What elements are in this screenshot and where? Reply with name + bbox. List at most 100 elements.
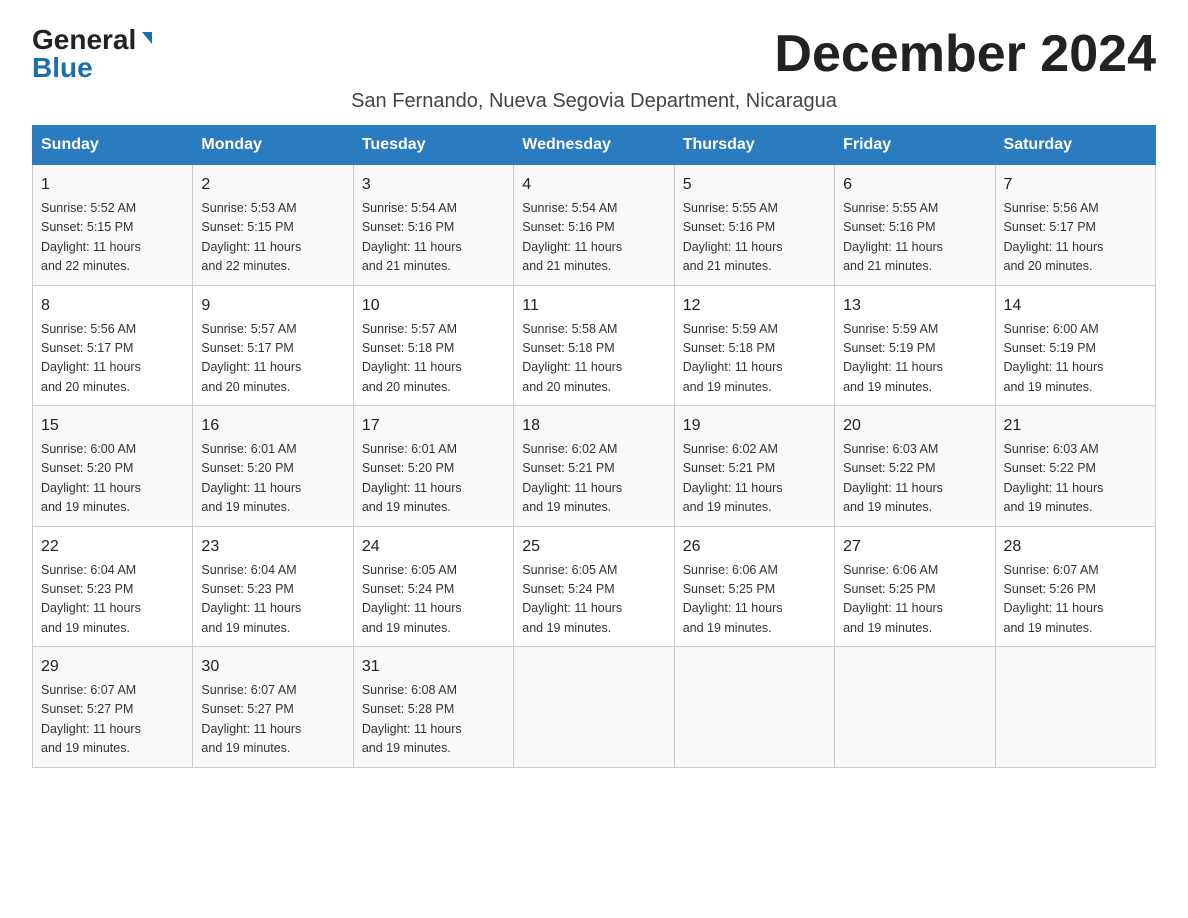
calendar-cell: 28Sunrise: 6:07 AMSunset: 5:26 PMDayligh… — [995, 526, 1155, 647]
col-header-friday: Friday — [835, 126, 995, 165]
day-info: Sunrise: 6:01 AMSunset: 5:20 PMDaylight:… — [201, 440, 344, 518]
day-number: 31 — [362, 655, 505, 679]
calendar-cell: 23Sunrise: 6:04 AMSunset: 5:23 PMDayligh… — [193, 526, 353, 647]
day-number: 26 — [683, 535, 826, 559]
logo-triangle-icon — [138, 30, 154, 51]
calendar-cell: 7Sunrise: 5:56 AMSunset: 5:17 PMDaylight… — [995, 165, 1155, 286]
calendar-cell: 12Sunrise: 5:59 AMSunset: 5:18 PMDayligh… — [674, 285, 834, 406]
day-number: 27 — [843, 535, 986, 559]
col-header-wednesday: Wednesday — [514, 126, 674, 165]
day-number: 23 — [201, 535, 344, 559]
calendar-week-row: 8Sunrise: 5:56 AMSunset: 5:17 PMDaylight… — [33, 285, 1156, 406]
day-number: 6 — [843, 173, 986, 197]
day-number: 2 — [201, 173, 344, 197]
day-number: 13 — [843, 294, 986, 318]
col-header-monday: Monday — [193, 126, 353, 165]
day-info: Sunrise: 5:55 AMSunset: 5:16 PMDaylight:… — [843, 199, 986, 277]
day-info: Sunrise: 5:56 AMSunset: 5:17 PMDaylight:… — [41, 320, 184, 398]
day-info: Sunrise: 6:02 AMSunset: 5:21 PMDaylight:… — [522, 440, 665, 518]
day-info: Sunrise: 6:04 AMSunset: 5:23 PMDaylight:… — [41, 561, 184, 639]
col-header-saturday: Saturday — [995, 126, 1155, 165]
day-number: 14 — [1004, 294, 1147, 318]
calendar-cell — [995, 647, 1155, 768]
calendar-cell: 26Sunrise: 6:06 AMSunset: 5:25 PMDayligh… — [674, 526, 834, 647]
calendar-cell: 11Sunrise: 5:58 AMSunset: 5:18 PMDayligh… — [514, 285, 674, 406]
day-number: 15 — [41, 414, 184, 438]
calendar-cell: 27Sunrise: 6:06 AMSunset: 5:25 PMDayligh… — [835, 526, 995, 647]
day-info: Sunrise: 6:06 AMSunset: 5:25 PMDaylight:… — [683, 561, 826, 639]
day-info: Sunrise: 6:08 AMSunset: 5:28 PMDaylight:… — [362, 681, 505, 759]
logo: General Blue — [32, 24, 154, 84]
calendar-cell: 2Sunrise: 5:53 AMSunset: 5:15 PMDaylight… — [193, 165, 353, 286]
logo-blue-text: Blue — [32, 52, 93, 84]
day-info: Sunrise: 5:52 AMSunset: 5:15 PMDaylight:… — [41, 199, 184, 277]
day-number: 28 — [1004, 535, 1147, 559]
day-info: Sunrise: 6:03 AMSunset: 5:22 PMDaylight:… — [1004, 440, 1147, 518]
day-info: Sunrise: 5:54 AMSunset: 5:16 PMDaylight:… — [522, 199, 665, 277]
day-info: Sunrise: 6:00 AMSunset: 5:19 PMDaylight:… — [1004, 320, 1147, 398]
day-info: Sunrise: 5:58 AMSunset: 5:18 PMDaylight:… — [522, 320, 665, 398]
day-info: Sunrise: 5:57 AMSunset: 5:18 PMDaylight:… — [362, 320, 505, 398]
day-number: 10 — [362, 294, 505, 318]
day-number: 17 — [362, 414, 505, 438]
calendar-cell: 9Sunrise: 5:57 AMSunset: 5:17 PMDaylight… — [193, 285, 353, 406]
day-info: Sunrise: 6:07 AMSunset: 5:26 PMDaylight:… — [1004, 561, 1147, 639]
day-info: Sunrise: 6:07 AMSunset: 5:27 PMDaylight:… — [41, 681, 184, 759]
calendar-cell — [514, 647, 674, 768]
day-number: 19 — [683, 414, 826, 438]
calendar-cell: 15Sunrise: 6:00 AMSunset: 5:20 PMDayligh… — [33, 406, 193, 527]
day-number: 7 — [1004, 173, 1147, 197]
day-info: Sunrise: 5:54 AMSunset: 5:16 PMDaylight:… — [362, 199, 505, 277]
day-number: 9 — [201, 294, 344, 318]
col-header-thursday: Thursday — [674, 126, 834, 165]
calendar-cell: 21Sunrise: 6:03 AMSunset: 5:22 PMDayligh… — [995, 406, 1155, 527]
day-number: 8 — [41, 294, 184, 318]
calendar-cell: 13Sunrise: 5:59 AMSunset: 5:19 PMDayligh… — [835, 285, 995, 406]
day-info: Sunrise: 6:03 AMSunset: 5:22 PMDaylight:… — [843, 440, 986, 518]
col-header-sunday: Sunday — [33, 126, 193, 165]
calendar-week-row: 15Sunrise: 6:00 AMSunset: 5:20 PMDayligh… — [33, 406, 1156, 527]
calendar-header-row: SundayMondayTuesdayWednesdayThursdayFrid… — [33, 126, 1156, 165]
day-number: 5 — [683, 173, 826, 197]
day-info: Sunrise: 6:00 AMSunset: 5:20 PMDaylight:… — [41, 440, 184, 518]
day-info: Sunrise: 6:05 AMSunset: 5:24 PMDaylight:… — [522, 561, 665, 639]
calendar-cell: 5Sunrise: 5:55 AMSunset: 5:16 PMDaylight… — [674, 165, 834, 286]
calendar-cell: 10Sunrise: 5:57 AMSunset: 5:18 PMDayligh… — [353, 285, 513, 406]
calendar-cell: 22Sunrise: 6:04 AMSunset: 5:23 PMDayligh… — [33, 526, 193, 647]
day-number: 18 — [522, 414, 665, 438]
day-number: 4 — [522, 173, 665, 197]
col-header-tuesday: Tuesday — [353, 126, 513, 165]
calendar-cell: 19Sunrise: 6:02 AMSunset: 5:21 PMDayligh… — [674, 406, 834, 527]
calendar-cell: 6Sunrise: 5:55 AMSunset: 5:16 PMDaylight… — [835, 165, 995, 286]
day-info: Sunrise: 5:57 AMSunset: 5:17 PMDaylight:… — [201, 320, 344, 398]
day-info: Sunrise: 5:59 AMSunset: 5:18 PMDaylight:… — [683, 320, 826, 398]
day-number: 22 — [41, 535, 184, 559]
calendar-table: SundayMondayTuesdayWednesdayThursdayFrid… — [32, 125, 1156, 768]
calendar-cell: 24Sunrise: 6:05 AMSunset: 5:24 PMDayligh… — [353, 526, 513, 647]
calendar-subtitle: San Fernando, Nueva Segovia Department, … — [32, 90, 1156, 113]
day-number: 12 — [683, 294, 826, 318]
calendar-week-row: 1Sunrise: 5:52 AMSunset: 5:15 PMDaylight… — [33, 165, 1156, 286]
calendar-cell: 29Sunrise: 6:07 AMSunset: 5:27 PMDayligh… — [33, 647, 193, 768]
calendar-cell: 1Sunrise: 5:52 AMSunset: 5:15 PMDaylight… — [33, 165, 193, 286]
month-title: December 2024 — [774, 24, 1156, 84]
day-number: 25 — [522, 535, 665, 559]
day-number: 20 — [843, 414, 986, 438]
day-info: Sunrise: 6:04 AMSunset: 5:23 PMDaylight:… — [201, 561, 344, 639]
calendar-cell: 30Sunrise: 6:07 AMSunset: 5:27 PMDayligh… — [193, 647, 353, 768]
day-number: 24 — [362, 535, 505, 559]
day-info: Sunrise: 6:07 AMSunset: 5:27 PMDaylight:… — [201, 681, 344, 759]
calendar-cell: 20Sunrise: 6:03 AMSunset: 5:22 PMDayligh… — [835, 406, 995, 527]
page-header: General Blue December 2024 — [32, 24, 1156, 84]
calendar-cell: 3Sunrise: 5:54 AMSunset: 5:16 PMDaylight… — [353, 165, 513, 286]
calendar-cell: 17Sunrise: 6:01 AMSunset: 5:20 PMDayligh… — [353, 406, 513, 527]
day-number: 11 — [522, 294, 665, 318]
calendar-cell: 16Sunrise: 6:01 AMSunset: 5:20 PMDayligh… — [193, 406, 353, 527]
calendar-week-row: 29Sunrise: 6:07 AMSunset: 5:27 PMDayligh… — [33, 647, 1156, 768]
day-info: Sunrise: 6:01 AMSunset: 5:20 PMDaylight:… — [362, 440, 505, 518]
calendar-week-row: 22Sunrise: 6:04 AMSunset: 5:23 PMDayligh… — [33, 526, 1156, 647]
day-number: 1 — [41, 173, 184, 197]
calendar-cell: 18Sunrise: 6:02 AMSunset: 5:21 PMDayligh… — [514, 406, 674, 527]
calendar-cell: 14Sunrise: 6:00 AMSunset: 5:19 PMDayligh… — [995, 285, 1155, 406]
calendar-cell: 25Sunrise: 6:05 AMSunset: 5:24 PMDayligh… — [514, 526, 674, 647]
